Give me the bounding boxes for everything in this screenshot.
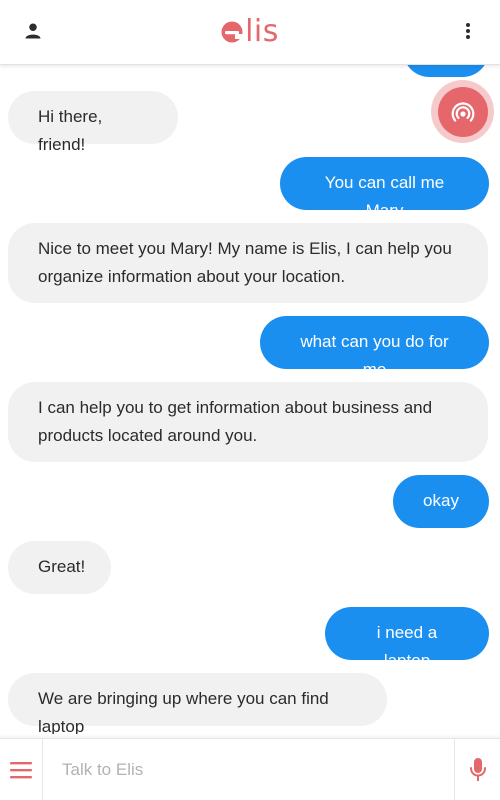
message-bot: I can help you to get information about … bbox=[8, 382, 488, 462]
message-bot: Nice to meet you Mary! My name is Elis, … bbox=[8, 223, 488, 303]
microphone-icon bbox=[470, 758, 486, 781]
message-input[interactable] bbox=[44, 739, 452, 800]
message-bot: Hi there, friend! bbox=[8, 91, 178, 154]
message-bot: Great! bbox=[8, 541, 111, 594]
message-text: i need a laptop bbox=[376, 623, 438, 670]
message-text: You can call me Mary bbox=[324, 173, 445, 220]
broadcast-button-core bbox=[437, 86, 488, 137]
more-options-button[interactable] bbox=[460, 18, 476, 44]
broadcast-button[interactable] bbox=[431, 80, 494, 143]
microphone-button[interactable] bbox=[454, 739, 500, 800]
hamburger-menu-icon bbox=[10, 762, 32, 779]
message-bot: We are bringing up where you can find la… bbox=[8, 673, 387, 734]
message-text: okay bbox=[423, 491, 459, 510]
message-text: I can help you to get information about … bbox=[38, 398, 433, 445]
message-user: You can call me Mary bbox=[280, 157, 489, 220]
chat-app: lis Hi there, friend! You can call me Ma… bbox=[0, 0, 500, 800]
app-logo: lis bbox=[0, 12, 500, 52]
message-user: what can you do for me bbox=[260, 316, 489, 379]
message-composer bbox=[0, 738, 500, 800]
menu-button[interactable] bbox=[0, 739, 43, 800]
logo-wordmark: lis bbox=[245, 14, 279, 49]
message-user bbox=[403, 64, 489, 77]
conversation[interactable]: Hi there, friend! You can call me Mary N… bbox=[0, 64, 500, 734]
more-vertical-icon bbox=[466, 23, 470, 39]
logo-e-mark bbox=[221, 21, 244, 43]
message-text: Nice to meet you Mary! My name is Elis, … bbox=[38, 239, 452, 286]
message-text: Hi there, friend! bbox=[38, 107, 103, 154]
message-text: We are bringing up where you can find la… bbox=[38, 689, 329, 734]
message-text: Great! bbox=[38, 557, 86, 576]
message-user: okay bbox=[393, 475, 489, 528]
app-header: lis bbox=[0, 0, 500, 65]
message-text: what can you do for me bbox=[300, 332, 449, 379]
message-user: i need a laptop bbox=[325, 607, 489, 670]
broadcast-icon bbox=[451, 101, 474, 122]
